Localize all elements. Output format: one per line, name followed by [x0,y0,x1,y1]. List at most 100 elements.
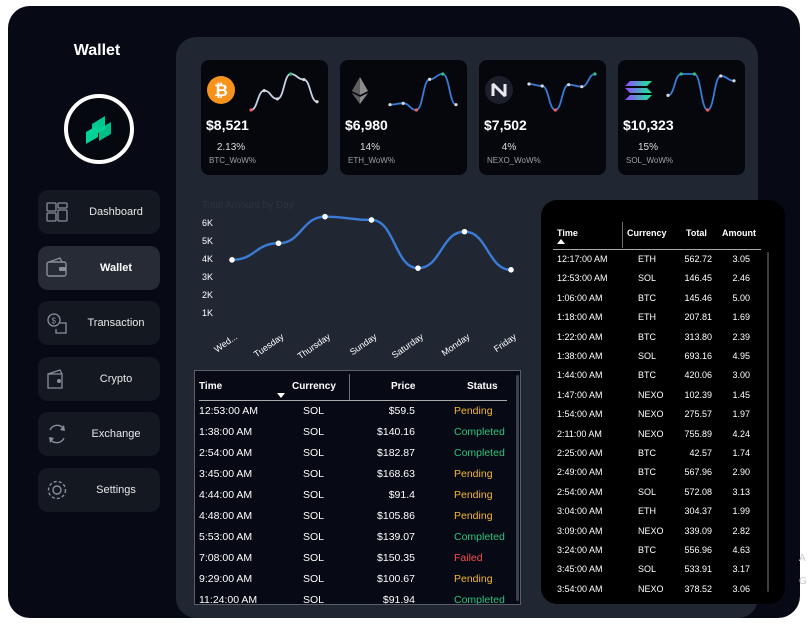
sparkline-point [302,77,306,82]
cell-currency: ETH [638,312,656,323]
table-row[interactable]: 2:25:00 AM BTC 42.57 1.74 [541,448,785,467]
table-row[interactable]: 1:47:00 AM NEXO 102.39 1.45 [541,390,785,409]
card-change: 15% [637,142,658,153]
col-currency-header[interactable]: Currency [627,228,667,238]
table-row[interactable]: 3:54:00 AM NEXO 378.52 3.06 [541,584,785,603]
trades-table-scrollbar[interactable] [767,252,769,592]
table-row[interactable]: 3:09:00 AM NEXO 339.09 2.82 [541,526,785,545]
col-total-header[interactable]: Total [686,228,707,238]
sparkline-point [593,72,597,76]
sidebar-item-exchange[interactable]: Exchange [38,412,160,456]
sparkline [527,72,597,112]
cell-total: 42.57 [689,448,712,458]
sort-asc-icon[interactable] [557,239,565,245]
sidebar-item-dashboard[interactable]: Dashboard [38,190,160,234]
table-row[interactable]: 1:38:00 AM SOL $140.16 Completed [195,426,515,447]
card-eth[interactable]: $6,980 14% ETH_WoW% [340,60,467,175]
sparkline-point [706,108,710,112]
data-point[interactable] [461,228,468,235]
sort-desc-icon[interactable] [277,393,285,399]
col-currency-header[interactable]: Currency [292,381,336,392]
sidebar-item-wallet[interactable]: Wallet [38,245,160,290]
cell-total: 562.72 [684,254,712,264]
table-row[interactable]: 3:45:00 AM SOL 533.91 3.17 [541,564,785,583]
card-price: $10,323 [623,117,674,133]
sidebar-item-settings[interactable]: Settings [38,467,160,512]
card-sol[interactable]: $10,323 15% SOL_WoW% [618,60,745,175]
sparkline-point [454,103,458,107]
cell-time: 1:38:00 AM [199,426,253,438]
cell-currency: SOL [638,351,657,361]
sparkline-point [441,72,445,76]
sidebar-title: Wallet [73,42,121,59]
table-row[interactable]: 11:24:00 AM SOL $91.94 Completed [195,594,515,605]
table-row[interactable]: 1:44:00 AM BTC 420.06 3.00 [541,370,785,389]
cell-currency: BTC [638,448,656,458]
table-row[interactable]: 5:53:00 AM SOL $139.07 Completed [195,531,515,552]
col-amount-header[interactable]: Amount [722,228,756,238]
table-row[interactable]: 2:54:00 AM SOL 572.08 3.13 [541,487,785,506]
orders-table: Time Currency Price Status 12:53:00 AM SO… [194,370,521,605]
cell-time: 3:24:00 AM [557,545,603,555]
data-point[interactable] [415,265,421,271]
table-row[interactable]: 1:06:00 AM BTC 145.46 5.00 [541,293,785,312]
cell-total: 145.46 [684,292,712,303]
cell-currency: SOL [303,594,325,605]
cell-amount: 3.06 [732,583,750,594]
col-time-header[interactable]: Time [199,381,222,392]
table-row[interactable]: 2:49:00 AM BTC 567.96 2.90 [541,467,785,486]
dashboard-icon [46,202,68,222]
cell-amount: 2.82 [732,525,750,536]
table-row[interactable]: 12:17:00 AM ETH 562.72 3.05 [541,254,785,273]
orders-table-scrollbar[interactable] [516,375,519,601]
cell-status: Completed [454,594,505,605]
table-row[interactable]: 1:18:00 AM ETH 207.81 1.69 [541,312,785,331]
cell-total: 146.45 [684,273,712,284]
table-row[interactable]: 2:11:00 AM NEXO 755.89 4.24 [541,429,785,448]
table-row[interactable]: 3:24:00 AM BTC 556.96 4.63 [541,545,785,564]
table-row[interactable]: 4:44:00 AM SOL $91.4 Pending [195,489,515,510]
cell-time: 9:29:00 AM [199,573,253,585]
col-price-header[interactable]: Price [391,381,415,392]
table-row[interactable]: 12:53:00 AM SOL 146.45 2.46 [541,273,785,292]
cell-time: 7:08:00 AM [199,552,253,564]
sidebar-item-transaction[interactable]: $ Transaction [38,301,160,345]
data-point[interactable] [275,240,282,247]
col-status-header[interactable]: Status [467,381,498,392]
sparkline-point [275,97,279,101]
sparkline-point [289,72,293,76]
col-time-header[interactable]: Time [557,228,578,238]
card-btc[interactable]: ₿ $8,521 2.13% BTC_WoW% [201,60,328,175]
table-row[interactable]: 3:45:00 AM SOL $168.63 Pending [195,468,515,489]
table-row[interactable]: 1:38:00 AM SOL 693.16 4.95 [541,351,785,370]
data-point[interactable] [508,267,514,273]
table-row[interactable]: 3:04:00 AM ETH 304.37 1.99 [541,506,785,525]
x-tick-label: Thursday [296,331,333,361]
table-row[interactable]: 2:54:00 AM SOL $182.87 Completed [195,447,515,468]
svg-text:$: $ [52,317,57,326]
series-line [231,215,512,272]
table-row[interactable]: 9:29:00 AM SOL $100.67 Pending [195,573,515,594]
trades-table-header: Time Currency Total Amount [541,222,785,252]
card-nexo[interactable]: $7,502 4% NEXO_WoW% [479,60,606,175]
cell-price: $150.35 [377,552,415,564]
cell-currency: SOL [303,447,325,459]
data-point[interactable] [322,213,328,220]
table-row[interactable]: 12:53:00 AM SOL $59.5 Pending [195,405,515,426]
sidebar-item-crypto[interactable]: Crypto [38,356,160,401]
cell-currency: BTC [638,331,656,342]
x-tick-label: Monday [440,331,472,358]
cell-total: 572.08 [684,486,712,497]
cell-total: 693.16 [684,351,712,361]
data-point[interactable] [229,257,235,263]
data-point[interactable] [368,217,375,223]
table-row[interactable]: 4:48:00 AM SOL $105.86 Pending [195,510,515,531]
table-row[interactable]: 1:54:00 AM NEXO 275.57 1.97 [541,409,785,428]
table-row[interactable]: 1:22:00 AM BTC 313.80 2.39 [541,332,785,351]
table-row[interactable]: 7:08:00 AM SOL $150.35 Failed [195,552,515,573]
sparkline-point [679,72,683,76]
cell-price: $100.67 [377,573,415,585]
sparkline-point [401,101,405,105]
cell-amount: 4.63 [732,545,750,555]
cell-currency: NEXO [638,409,664,420]
